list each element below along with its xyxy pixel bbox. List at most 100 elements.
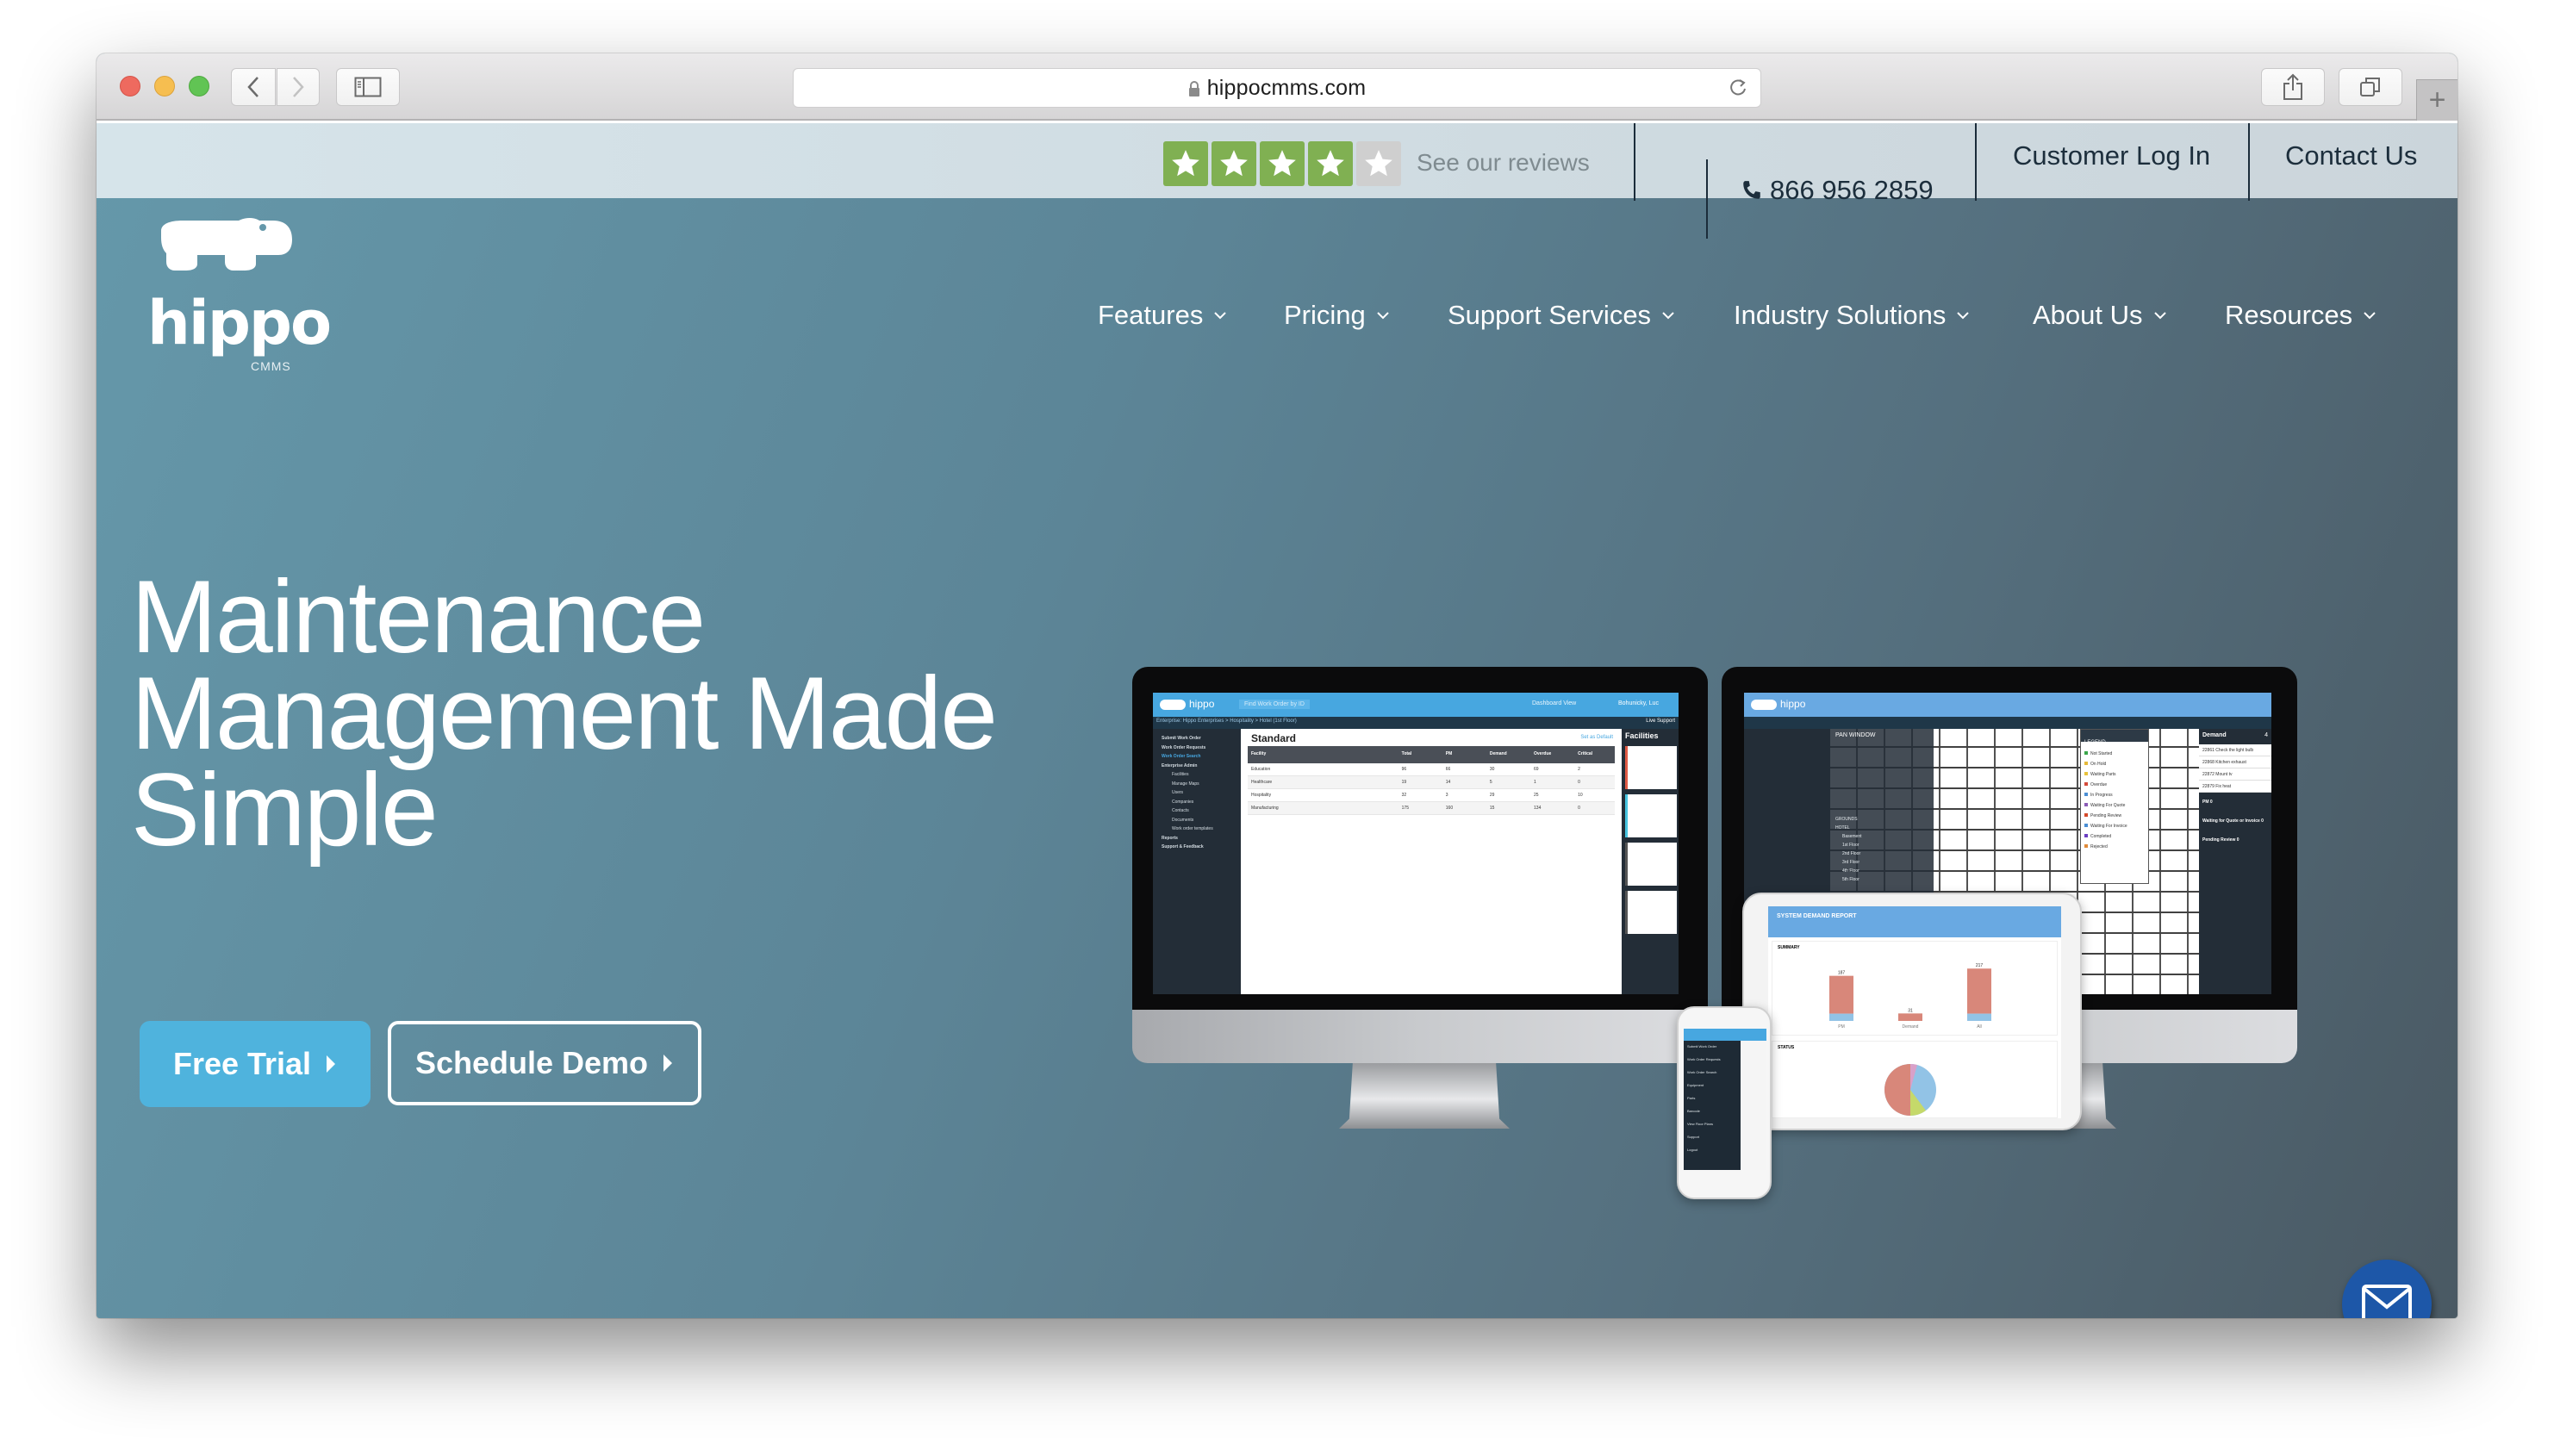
forward-button[interactable] xyxy=(277,68,320,106)
app-search: Find Work Order by ID xyxy=(1239,700,1310,709)
website: See our reviews 866 956 2859 Customer Lo… xyxy=(97,121,2457,1318)
legend-panel: LEGEND Not Started On Hold Waiting Parts Ov… xyxy=(2080,729,2149,884)
rating-stars[interactable] xyxy=(1163,141,1401,186)
legend-swatch xyxy=(2084,844,2088,848)
nav-label: Industry Solutions xyxy=(1734,300,1947,330)
customer-login-link[interactable]: Customer Log In xyxy=(2013,140,2210,171)
table-column-header: PM xyxy=(1445,751,1453,756)
demand-item-text: 22861 Check the light bulb xyxy=(2202,748,2254,753)
free-trial-button[interactable]: Free Trial xyxy=(140,1021,371,1107)
phone-link[interactable]: 866 956 2859 xyxy=(1741,175,1934,206)
app-logo-text: hippo xyxy=(1189,698,1215,710)
table-column-header: Demand xyxy=(1489,751,1507,756)
app-sidebar-item: Reports xyxy=(1162,835,1178,841)
contact-us-link[interactable]: Contact Us xyxy=(2285,140,2417,171)
show-tabs-button[interactable] xyxy=(2339,68,2402,106)
phone-menu-item: Work Order Requests xyxy=(1687,1057,1721,1061)
facility-card xyxy=(1625,794,1677,837)
app-sidebar-item: Manage Maps xyxy=(1172,781,1199,787)
see-reviews-link[interactable]: See our reviews xyxy=(1417,149,1590,177)
schedule-demo-button[interactable]: Schedule Demo xyxy=(388,1021,701,1105)
back-button[interactable] xyxy=(231,68,276,106)
nav-about-us[interactable]: About Us xyxy=(2033,300,2167,331)
browser-titlebar: hippocmms.com + xyxy=(97,53,2457,121)
nav-support-services[interactable]: Support Services xyxy=(1448,300,1675,331)
star-filled xyxy=(1260,141,1305,186)
table-cell: 0 xyxy=(1578,806,1580,811)
nav-features[interactable]: Features xyxy=(1098,300,1227,331)
legend-item: In Progress xyxy=(2084,785,2148,798)
demand-item: 22879 Fix heat xyxy=(2199,781,2271,793)
app-sidebar-item: Facilities xyxy=(1172,772,1189,777)
nav-label: Pricing xyxy=(1284,300,1366,330)
table-cell: 66 xyxy=(1445,767,1451,772)
reload-icon[interactable] xyxy=(1728,78,1748,98)
demand-group: Pending Review 0 xyxy=(2199,831,2271,849)
demand-count: 4 xyxy=(2264,732,2268,738)
floor-tree-item: Basement xyxy=(1842,834,1862,839)
app-logo-icon xyxy=(1160,700,1186,710)
share-button[interactable] xyxy=(2261,68,2325,106)
nav-label: Features xyxy=(1098,300,1204,330)
floor-tree-item: 2nd Floor xyxy=(1842,851,1861,856)
hero-title-line: Management Made xyxy=(131,656,998,771)
demand-panel: Demand 4 22861 Check the light bulb 22868… xyxy=(2199,729,2271,994)
summary-card: SUMMARY PM 187 Demand 31 All 217 xyxy=(1772,941,2058,1036)
pie-slice-overdue xyxy=(1884,1064,1910,1116)
app-breadcrumb xyxy=(1744,717,2271,729)
legend-item: Waiting For Invoice xyxy=(2084,816,2148,829)
table-cell: Education xyxy=(1251,767,1271,772)
app-header: hippo Find Work Order by ID Dashboard Vi… xyxy=(1153,693,1679,717)
table-cell: 19 xyxy=(1401,780,1407,785)
demand-item-text: 22868 Kitchen exhaust xyxy=(2202,760,2246,765)
chevron-down-icon xyxy=(1662,312,1674,320)
app-view-label: Dashboard View xyxy=(1532,700,1577,706)
phone-number: 866 956 2859 xyxy=(1770,175,1934,205)
status-pie-chart xyxy=(1884,1063,1936,1116)
phone-menu-item: Work Order Search xyxy=(1687,1070,1717,1074)
star-icon xyxy=(1268,150,1296,177)
nav-industry-solutions[interactable]: Industry Solutions xyxy=(1734,300,1970,331)
table-row: Education 96 66 30 69 2 xyxy=(1248,763,1615,776)
hippo-logo[interactable]: hippo CMMS xyxy=(144,215,332,373)
phone-menu-item: Equipment xyxy=(1687,1083,1704,1087)
bar-category-label: PM xyxy=(1838,1024,1845,1030)
star-filled xyxy=(1163,141,1208,186)
app-breadcrumb: Enterprise: Hippo Enterprises > Hospital… xyxy=(1153,717,1679,729)
minimize-window-button[interactable] xyxy=(154,76,175,96)
close-window-button[interactable] xyxy=(120,76,140,96)
phone-app-header xyxy=(1684,1029,1766,1041)
demand-group-label: Waiting for Quote or Invoice 0 xyxy=(2202,818,2264,824)
nav-resources[interactable]: Resources xyxy=(2225,300,2376,331)
pan-window-title: PAN WINDOW xyxy=(1835,732,1876,738)
table-cell: 5 xyxy=(1489,780,1492,785)
contact-chat-button[interactable] xyxy=(2342,1260,2432,1318)
table-column-header: Facility xyxy=(1251,751,1267,756)
bar-total-label: 217 xyxy=(1976,963,1984,968)
monitor-chin xyxy=(1132,1010,1708,1063)
table-column-header: Overdue xyxy=(1534,751,1552,756)
bar-category-label: Demand xyxy=(1903,1024,1919,1030)
sidebar-toggle-button[interactable] xyxy=(336,68,400,106)
floor-tree-item: 5th Floor xyxy=(1842,877,1859,882)
zoom-window-button[interactable] xyxy=(189,76,209,96)
nav-pricing[interactable]: Pricing xyxy=(1284,300,1390,331)
address-bar[interactable]: hippocmms.com xyxy=(793,68,1761,108)
bar-overdue xyxy=(1829,975,1853,1014)
logo-subtitle: CMMS xyxy=(251,359,291,373)
chevron-down-icon xyxy=(1957,312,1970,320)
floor-tree-item: 3rd Floor xyxy=(1842,860,1860,865)
divider xyxy=(1706,159,1708,239)
star-filled xyxy=(1308,141,1353,186)
legend-list: Not Started On Hold Waiting Parts Overdue In… xyxy=(2081,744,2148,849)
free-trial-label: Free Trial xyxy=(172,1046,312,1081)
chevron-right-icon xyxy=(293,77,304,97)
tablet-mockup: SYSTEM DEMAND REPORT SUMMARY PM 187 Demand… xyxy=(1742,893,2082,1130)
hero-title-line: Maintenance xyxy=(131,559,706,675)
caret-right-icon xyxy=(327,1055,336,1073)
phone-menu: Submit Work Order Work Order Requests Work… xyxy=(1687,1044,1739,1160)
status-card: STATUS xyxy=(1772,1041,2058,1118)
app-header: hippo xyxy=(1744,693,2271,717)
table-row: Healthcare 19 14 5 1 0 xyxy=(1248,776,1615,789)
new-tab-button[interactable]: + xyxy=(2416,79,2457,121)
